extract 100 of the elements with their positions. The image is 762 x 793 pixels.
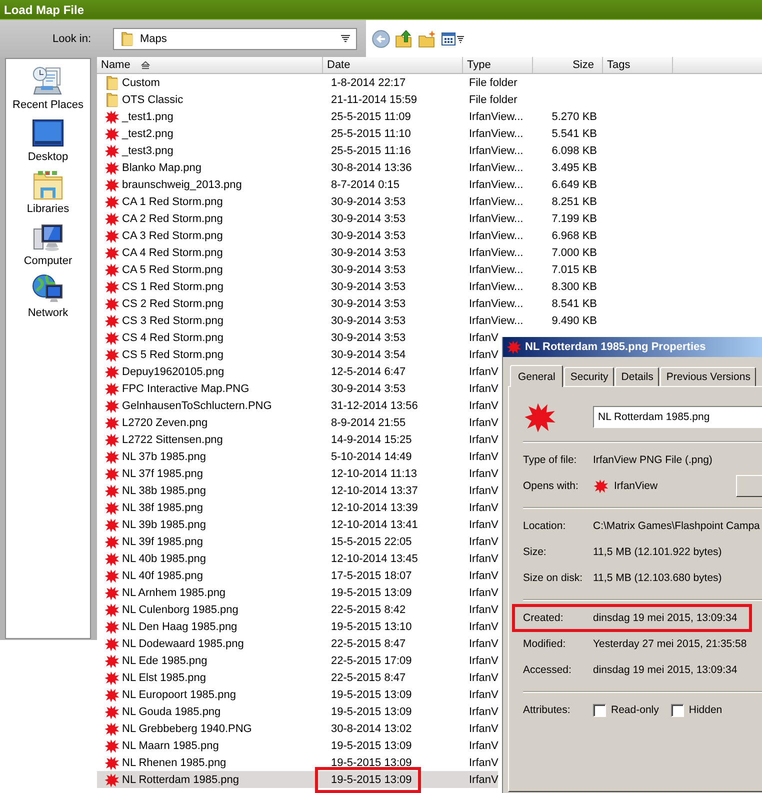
file-date: 22-5-2015 17:09 (331, 654, 412, 666)
file-row[interactable]: _test3.png 25-5-2015 11:16 IrfanView... 6.098 KB (97, 142, 603, 159)
file-size: 6.098 KB (552, 144, 597, 156)
file-row[interactable]: CA 3 Red Storm.png 30-9-2014 3:53 IrfanView... 6.968 KB (97, 227, 603, 244)
column-header[interactable]: Type (463, 57, 533, 73)
file-row[interactable]: CS 5 Red Storm.png 30-9-2014 3:54 IrfanV (97, 346, 498, 363)
file-type: IrfanV (469, 434, 498, 446)
file-row[interactable]: L2722 Sittensen.png 14-9-2014 15:25 IrfanV (97, 431, 498, 448)
file-size: 7.199 KB (552, 212, 597, 224)
file-row[interactable]: CS 3 Red Storm.png 30-9-2014 3:53 IrfanView... 9.490 KB (97, 312, 603, 329)
back-icon[interactable] (372, 30, 390, 48)
file-row[interactable]: CS 1 Red Storm.png 30-9-2014 3:53 IrfanView... 8.300 KB (97, 278, 603, 295)
checkbox[interactable] (670, 704, 684, 716)
splat-icon (104, 704, 120, 720)
file-row[interactable]: CA 5 Red Storm.png 30-9-2014 3:53 IrfanView... 7.015 KB (97, 261, 603, 278)
new-folder-icon[interactable] (418, 30, 436, 48)
file-row[interactable]: NL 37b 1985.png 5-10-2014 14:49 IrfanV (97, 448, 498, 465)
file-row[interactable]: NL Gouda 1985.png 19-5-2015 13:09 IrfanV (97, 703, 498, 720)
field-label: Location: (523, 520, 566, 532)
file-type: IrfanV (469, 570, 498, 582)
file-row[interactable]: NL Grebbeberg 1940.PNG 30-8-2014 13:02 IrfanV (97, 720, 498, 737)
file-type: IrfanView... (469, 298, 524, 310)
splat-icon (104, 618, 120, 634)
file-row[interactable]: CA 2 Red Storm.png 30-9-2014 3:53 IrfanView... 7.199 KB (97, 210, 603, 227)
file-date: 30-8-2014 13:36 (331, 162, 412, 174)
splat-icon (104, 482, 120, 498)
file-date: 30-9-2014 3:53 (331, 332, 406, 344)
file-date: 12-10-2014 13:37 (331, 484, 418, 496)
sidebar-item[interactable]: Libraries (6, 169, 90, 221)
file-row[interactable]: NL Maarn 1985.png 19-5-2015 13:09 IrfanV (97, 737, 498, 754)
file-row[interactable]: NL Culenborg 1985.png 22-5-2015 8:42 IrfanV (97, 601, 498, 618)
sidebar-item[interactable]: Network (6, 273, 90, 325)
look-in-dropdown[interactable]: Maps (113, 28, 357, 50)
file-row[interactable]: Custom 1-8-2014 22:17 File folder (97, 74, 518, 91)
file-row[interactable]: _test2.png 25-5-2015 11:10 IrfanView... 5.541 KB (97, 125, 603, 142)
file-row[interactable]: FPC Interactive Map.PNG 30-9-2014 3:53 IrfanV (97, 380, 498, 397)
file-type: IrfanV (469, 740, 498, 752)
file-row[interactable]: braunschweig_2013.png 8-7-2014 0:15 IrfanView... 6.649 KB (97, 176, 603, 193)
file-type: IrfanV (469, 484, 498, 496)
checkbox[interactable] (593, 704, 606, 716)
checkbox-label[interactable]: Read-only (611, 704, 659, 716)
file-row[interactable]: NL Rhenen 1985.png 19-5-2015 13:09 IrfanV (97, 754, 498, 771)
file-date: 12-10-2014 13:41 (331, 518, 418, 530)
file-row[interactable]: NL Elst 1985.png 22-5-2015 8:47 IrfanV (97, 669, 498, 686)
column-header[interactable]: Tags (603, 57, 673, 73)
up-folder-icon[interactable] (395, 30, 413, 48)
tab[interactable]: Previous Versions (660, 367, 756, 386)
file-row[interactable]: GelnhausenToSchluctern.PNG 31-12-2014 13:56 IrfanV (97, 397, 498, 414)
splat-icon (104, 568, 120, 584)
file-row[interactable]: OTS Classic 21-11-2014 15:59 File folder (97, 91, 518, 108)
splat-icon (104, 602, 120, 618)
clock-documents-icon (32, 65, 64, 97)
file-row[interactable]: Depuy19620105.png 12-5-2014 6:47 IrfanV (97, 363, 498, 380)
splat-icon (104, 516, 120, 532)
file-row[interactable]: _test1.png 25-5-2015 11:09 IrfanView... 5.270 KB (97, 108, 603, 125)
file-row[interactable]: CS 4 Red Storm.png 30-9-2014 3:53 IrfanV (97, 329, 498, 346)
sidebar-item[interactable]: Computer (6, 221, 90, 273)
file-row[interactable]: NL 40f 1985.png 17-5-2015 18:07 IrfanV (97, 567, 498, 584)
column-header[interactable]: Size (533, 57, 603, 73)
view-menu-icon[interactable] (441, 30, 465, 48)
file-row[interactable]: CA 4 Red Storm.png 30-9-2014 3:53 IrfanView... 7.000 KB (97, 244, 603, 261)
splat-icon (104, 244, 120, 260)
file-row[interactable]: L2720 Zeven.png 8-9-2014 21:55 IrfanV (97, 414, 498, 431)
sidebar-item[interactable]: Desktop (6, 117, 90, 169)
file-type: IrfanV (469, 688, 498, 700)
file-type: IrfanV (469, 706, 498, 718)
partial-button[interactable] (736, 475, 762, 497)
tab[interactable]: Details (615, 367, 660, 386)
file-row[interactable]: NL Den Haag 1985.png 19-5-2015 13:10 IrfanV (97, 618, 498, 635)
file-type: IrfanV (469, 722, 498, 734)
file-row[interactable]: NL Ede 1985.png 22-5-2015 17:09 IrfanV (97, 652, 498, 669)
column-header[interactable]: Name (97, 57, 323, 73)
file-row[interactable]: NL Europoort 1985.png 19-5-2015 13:09 IrfanV (97, 686, 498, 703)
file-type: IrfanV (469, 756, 498, 768)
file-row[interactable]: NL Dodewaard 1985.png 22-5-2015 8:47 IrfanV (97, 635, 498, 652)
file-row[interactable]: NL 38b 1985.png 12-10-2014 13:37 IrfanV (97, 482, 498, 499)
field-value: 11,5 MB (12.103.680 bytes) (593, 572, 722, 584)
file-name: CA 1 Red Storm.png (122, 196, 223, 208)
file-row[interactable]: NL 38f 1985.png 12-10-2014 13:39 IrfanV (97, 499, 498, 516)
splat-icon (104, 500, 120, 516)
file-row[interactable]: CA 1 Red Storm.png 30-9-2014 3:53 IrfanView... 8.251 KB (97, 193, 603, 210)
file-name: L2722 Sittensen.png (122, 434, 223, 446)
file-row[interactable]: NL 40b 1985.png 12-10-2014 13:45 IrfanV (97, 550, 498, 567)
file-name: NL 40f 1985.png (122, 570, 203, 582)
file-row[interactable]: CS 2 Red Storm.png 30-9-2014 3:53 IrfanView... 8.541 KB (97, 295, 603, 312)
file-row[interactable]: Blanko Map.png 30-8-2014 13:36 IrfanView... 3.495 KB (97, 159, 603, 176)
file-row[interactable]: NL 39f 1985.png 15-5-2015 22:05 IrfanV (97, 533, 498, 550)
file-size: 8.300 KB (552, 280, 597, 292)
file-name-field[interactable]: NL Rotterdam 1985.png (593, 406, 762, 428)
file-row[interactable]: NL Arnhem 1985.png 19-5-2015 13:09 IrfanV (97, 584, 498, 601)
file-type: IrfanV (469, 654, 498, 666)
tab[interactable]: Security (564, 367, 614, 386)
column-header[interactable]: Date (323, 57, 463, 73)
sidebar-item[interactable]: Recent Places (6, 65, 90, 117)
tab[interactable]: General (510, 365, 564, 387)
file-row[interactable]: NL 39b 1985.png 12-10-2014 13:41 IrfanV (97, 516, 498, 533)
checkbox-label[interactable]: Hidden (688, 704, 722, 716)
file-row[interactable]: NL Rotterdam 1985.png 19-5-2015 13:09 IrfanV (97, 771, 498, 788)
file-row[interactable]: NL 37f 1985.png 12-10-2014 11:13 IrfanV (97, 465, 498, 482)
file-date: 14-9-2014 15:25 (331, 434, 412, 446)
